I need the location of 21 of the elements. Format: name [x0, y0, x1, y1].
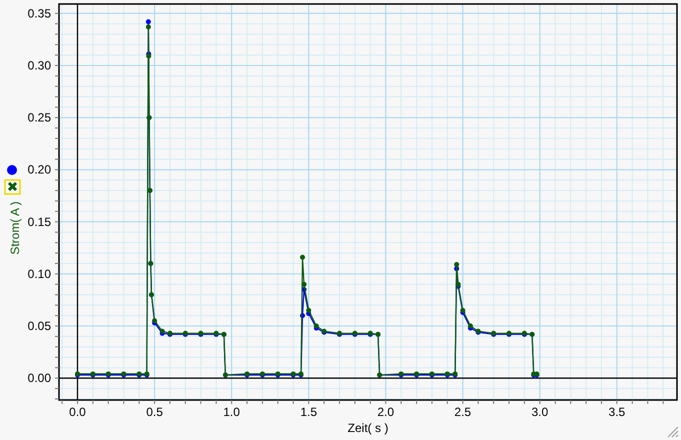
legend-cross-icon[interactable]	[4, 179, 21, 195]
x-tick-label: 2.0	[377, 405, 394, 419]
y-tick-label: 0.00	[28, 371, 51, 386]
y-tick-label: 0.35	[28, 6, 51, 20]
y-tick-label: 0.05	[28, 319, 51, 333]
x-tick-label: 2.5	[454, 405, 472, 419]
y-tick-label: 0.30	[28, 58, 51, 72]
x-tick-label: 1.0	[223, 405, 240, 419]
y-tick-label: 0.10	[28, 266, 51, 281]
x-tick-label: 3.5	[608, 405, 626, 419]
x-tick-label: 3.0	[532, 405, 548, 419]
y-tick-label: 0.20	[28, 162, 51, 177]
x-tick-label: 1.5	[300, 405, 317, 419]
x-tick-label: 0.0	[69, 405, 86, 419]
y-tick-label: 0.15	[28, 214, 51, 229]
legend-dot-icon[interactable]	[7, 165, 17, 175]
y-axis-title: Strom( A )	[8, 201, 22, 255]
y-tick-label: 0.25	[28, 110, 51, 125]
x-tick-label: 0.5	[146, 405, 163, 419]
x-axis-title: Zeit( s )	[348, 421, 388, 435]
resize-grip-icon[interactable]	[668, 426, 678, 438]
